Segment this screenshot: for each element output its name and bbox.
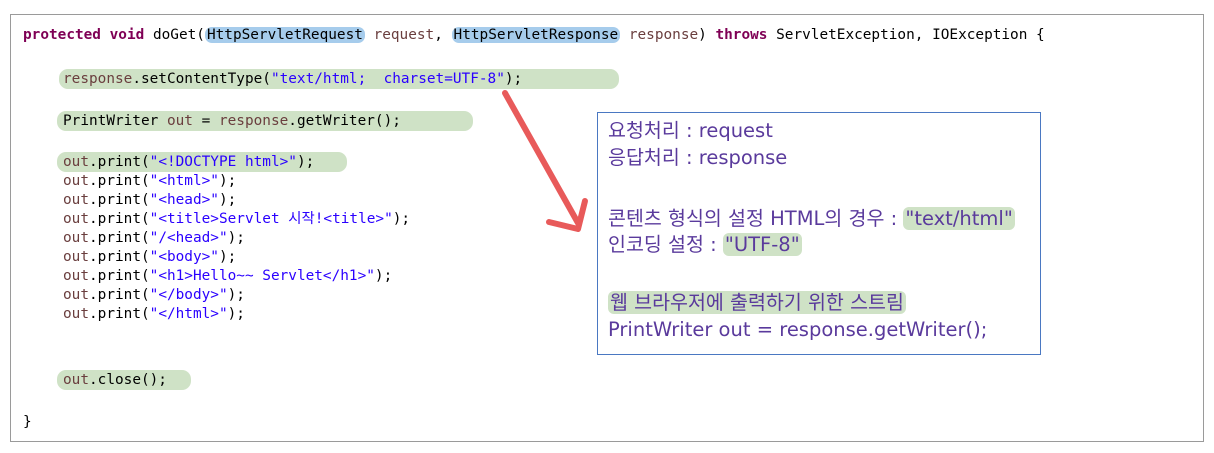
content-type-value: "text/html" bbox=[903, 207, 1015, 230]
stream-desc-text: 웹 브라우저에 출력하기 위한 스트림 bbox=[608, 291, 906, 314]
explanation-box: 요청처리 : request 응답처리 : response 콘텐츠 형식의 설… bbox=[597, 112, 1041, 355]
note-response: 응답처리 : response bbox=[608, 146, 788, 169]
encoding-label: 인코딩 설정 : bbox=[608, 233, 723, 256]
content-type-label: 콘텐츠 형식의 설정 HTML의 경우 : bbox=[608, 207, 904, 230]
encoding-value: "UTF-8" bbox=[722, 233, 802, 256]
note-stream-desc: 웹 브라우저에 출력하기 위한 스트림 bbox=[608, 291, 906, 315]
note-content-type: 콘텐츠 형식의 설정 HTML의 경우 : "text/html" bbox=[608, 207, 1015, 231]
arrow-shaft bbox=[502, 90, 581, 226]
note-stream-code: PrintWriter out = response.getWriter(); bbox=[608, 318, 988, 341]
note-request: 요청처리 : request bbox=[608, 119, 773, 142]
note-encoding: 인코딩 설정 : "UTF-8" bbox=[608, 233, 802, 257]
